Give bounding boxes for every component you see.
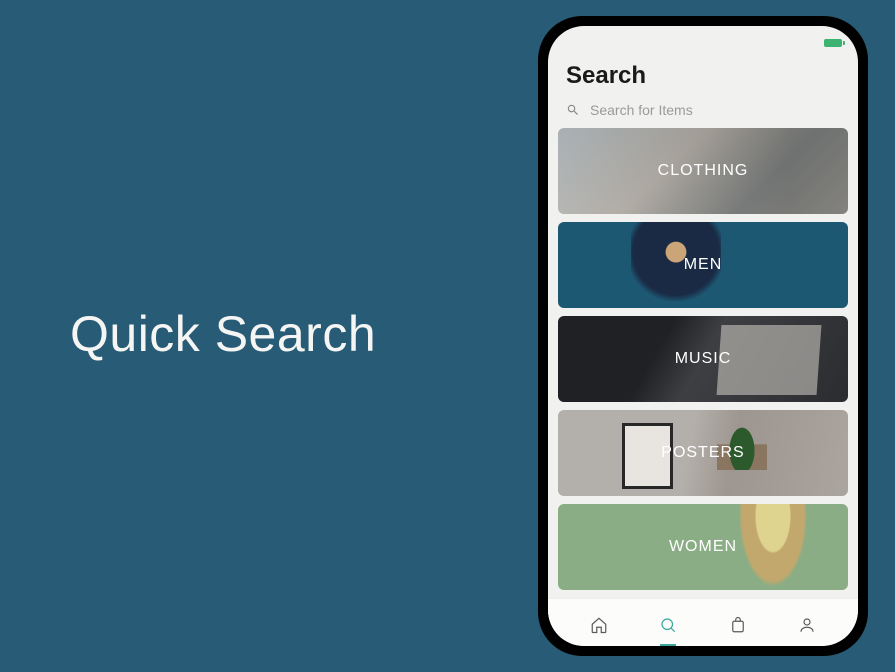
search-row[interactable]: [548, 94, 858, 128]
category-music[interactable]: MUSIC: [558, 316, 848, 402]
category-clothing[interactable]: CLOTHING: [558, 128, 848, 214]
hero-title: Quick Search: [70, 305, 376, 363]
home-icon: [590, 616, 608, 634]
phone-frame: Search CLOTHING MEN MUSIC POSTERS WOMEN: [538, 16, 868, 656]
category-label: MEN: [684, 256, 723, 274]
category-label: MUSIC: [675, 350, 732, 368]
page-title: Search: [566, 62, 840, 90]
nav-profile[interactable]: [787, 608, 827, 642]
search-icon: [566, 103, 580, 117]
category-men[interactable]: MEN: [558, 222, 848, 308]
category-posters[interactable]: POSTERS: [558, 410, 848, 496]
nav-home[interactable]: [579, 608, 619, 642]
header: Search: [548, 54, 858, 94]
bag-icon: [729, 616, 747, 634]
category-label: POSTERS: [661, 444, 744, 462]
nav-bag[interactable]: [718, 608, 758, 642]
categories-list: CLOTHING MEN MUSIC POSTERS WOMEN: [548, 128, 858, 598]
nav-search[interactable]: [648, 608, 688, 642]
category-label: CLOTHING: [658, 162, 749, 180]
category-label: WOMEN: [669, 538, 737, 556]
search-input[interactable]: [590, 102, 840, 118]
profile-icon: [798, 616, 816, 634]
status-bar: [548, 26, 858, 54]
battery-icon: [824, 39, 842, 47]
category-women[interactable]: WOMEN: [558, 504, 848, 590]
bottom-nav: [548, 598, 858, 646]
search-nav-icon: [659, 616, 677, 634]
phone-screen: Search CLOTHING MEN MUSIC POSTERS WOMEN: [548, 26, 858, 646]
